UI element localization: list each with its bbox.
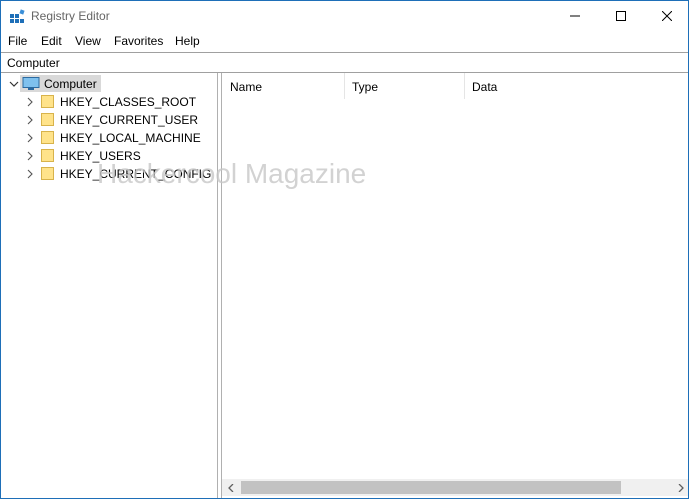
chevron-right-icon — [678, 483, 684, 492]
column-name-label: Name — [230, 80, 263, 94]
title-bar[interactable]: Registry Editor — [1, 1, 688, 33]
tree-label: HKEY_CURRENT_USER — [60, 113, 199, 127]
computer-icon — [22, 77, 40, 90]
menu-help[interactable]: Help — [175, 34, 200, 48]
column-data-label: Data — [472, 80, 498, 94]
window-title: Registry Editor — [31, 9, 110, 23]
chevron-right-icon[interactable] — [25, 97, 35, 107]
address-path[interactable]: Computer — [7, 56, 60, 70]
folder-icon — [41, 131, 54, 144]
key-tree-pane[interactable]: Computer HKEY_CLASSES_ROOT HKEY_CURRENT_… — [1, 73, 218, 498]
menu-bar: File Edit View Favorites Help — [1, 31, 688, 51]
address-bar[interactable]: Computer — [1, 52, 688, 73]
tree-label: HKEY_CURRENT_CONFIG — [60, 167, 212, 181]
column-header: Name Type Data — [222, 73, 688, 99]
values-list-pane[interactable]: Name Type Data — [221, 73, 688, 498]
tree-item-hkey-local-machine[interactable]: HKEY_LOCAL_MACHINE — [1, 129, 217, 147]
scroll-right-button[interactable] — [672, 479, 688, 496]
folder-icon — [41, 167, 54, 180]
menu-view[interactable]: View — [75, 34, 101, 48]
tree-item-hkey-current-user[interactable]: HKEY_CURRENT_USER — [1, 111, 217, 129]
chevron-right-icon[interactable] — [25, 169, 35, 179]
tree-label-computer: Computer — [44, 77, 97, 91]
tree-label: HKEY_LOCAL_MACHINE — [60, 131, 201, 145]
column-name[interactable]: Name — [222, 73, 344, 99]
column-type-label: Type — [352, 80, 379, 94]
chevron-down-icon[interactable] — [9, 79, 19, 89]
chevron-left-icon — [227, 483, 233, 492]
registry-editor-icon — [10, 9, 25, 23]
column-data[interactable]: Data — [464, 73, 688, 99]
scroll-thumb[interactable] — [241, 481, 621, 494]
menu-file[interactable]: File — [8, 34, 27, 48]
column-type[interactable]: Type — [344, 73, 464, 99]
close-icon — [662, 11, 672, 21]
horizontal-scrollbar[interactable] — [222, 479, 688, 496]
tree-item-hkey-classes-root[interactable]: HKEY_CLASSES_ROOT — [1, 93, 217, 111]
tree-label: HKEY_USERS — [60, 149, 141, 163]
scroll-left-button[interactable] — [222, 479, 239, 496]
tree-item-computer[interactable]: Computer — [1, 75, 217, 93]
chevron-right-icon[interactable] — [25, 115, 35, 125]
tree-label: HKEY_CLASSES_ROOT — [60, 95, 197, 109]
minimize-button[interactable] — [552, 1, 598, 31]
chevron-right-icon[interactable] — [25, 133, 35, 143]
tree-item-hkey-current-config[interactable]: HKEY_CURRENT_CONFIG — [1, 165, 217, 183]
close-button[interactable] — [644, 1, 688, 31]
maximize-icon — [616, 11, 626, 21]
menu-favorites[interactable]: Favorites — [114, 34, 163, 48]
tree-item-hkey-users[interactable]: HKEY_USERS — [1, 147, 217, 165]
minimize-icon — [570, 15, 580, 17]
folder-icon — [41, 95, 54, 108]
maximize-button[interactable] — [598, 1, 644, 31]
registry-editor-window: Registry Editor File Edit View Favorites… — [0, 0, 689, 499]
folder-icon — [41, 149, 54, 162]
menu-edit[interactable]: Edit — [41, 34, 62, 48]
chevron-right-icon[interactable] — [25, 151, 35, 161]
folder-icon — [41, 113, 54, 126]
